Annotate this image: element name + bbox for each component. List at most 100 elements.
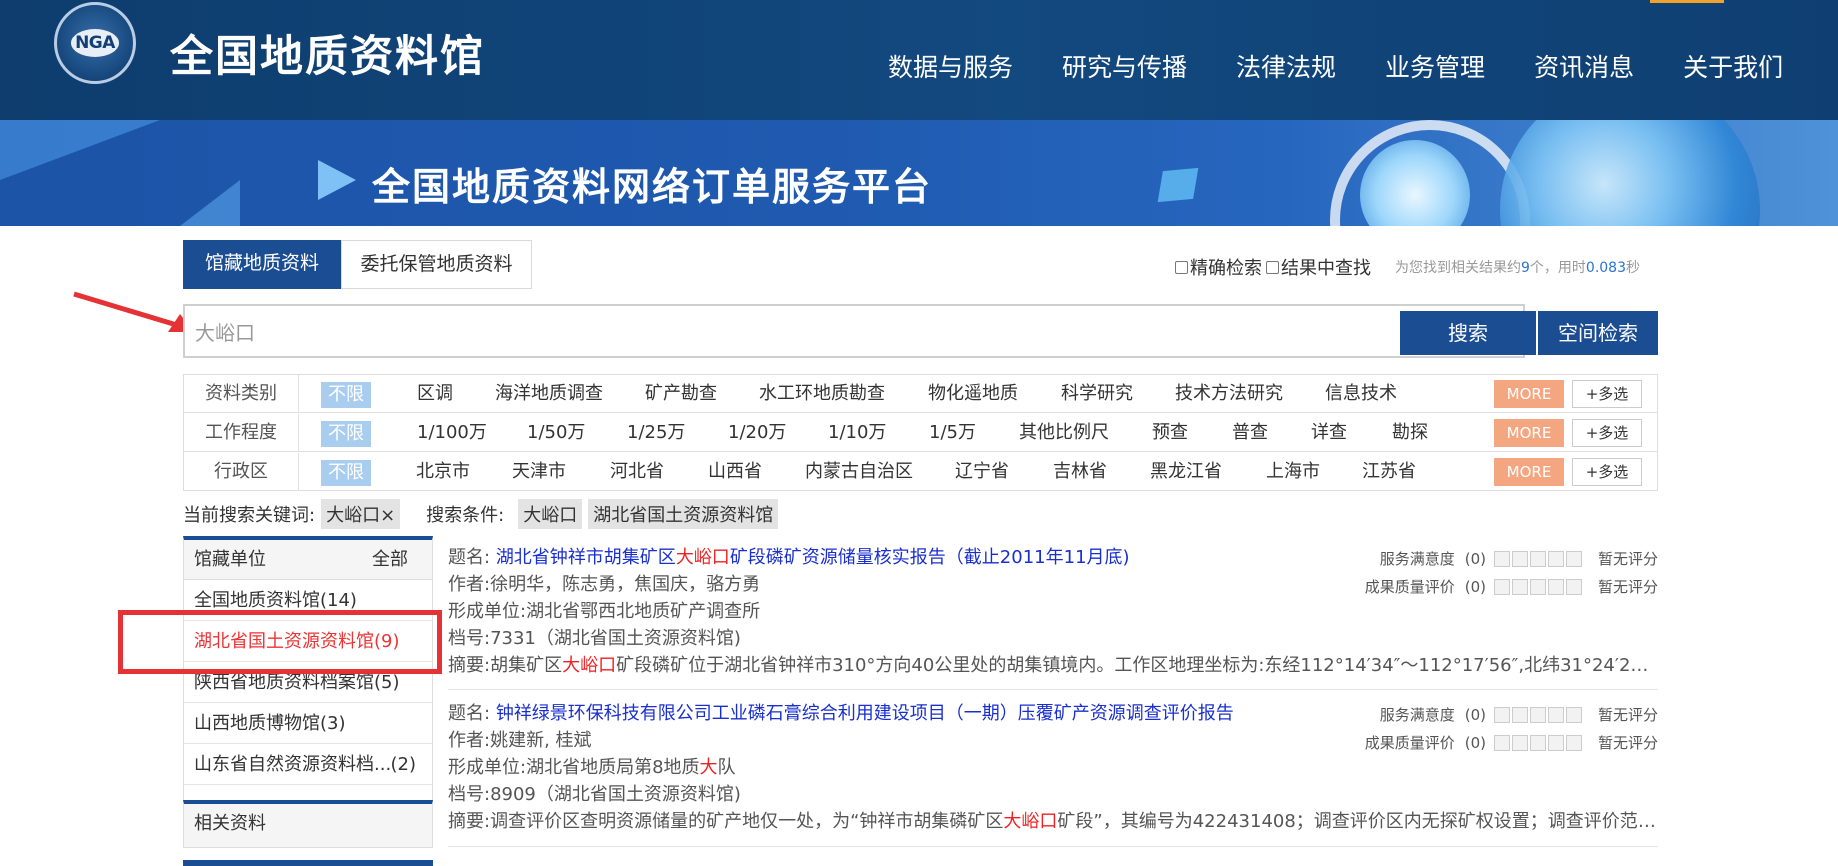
filter-option[interactable]: 1/5万 (929, 414, 976, 452)
exact-search-option[interactable]: 精确检索 (1175, 254, 1262, 280)
nav-business[interactable]: 业务管理 (1385, 48, 1485, 84)
filter-option[interactable]: 区调 (417, 375, 453, 413)
search-within-checkbox[interactable] (1266, 260, 1279, 274)
filter-option[interactable]: 其他比例尺 (1019, 414, 1109, 452)
result-title-link[interactable]: 湖北省钟祥市胡集矿区大峪口矿段磷矿资源储量核实报告（截止2011年11月底) (496, 547, 1130, 568)
filter-more-button[interactable]: MORE (1494, 458, 1564, 486)
result-title-link[interactable]: 钟祥绿景环保科技有限公司工业磷石膏综合利用建设项目（一期）压覆矿产资源调查评价报… (496, 703, 1234, 724)
star-icon[interactable] (1529, 706, 1546, 723)
star-icon[interactable] (1565, 734, 1582, 751)
filter-multi-select-button[interactable]: +多选 (1572, 458, 1642, 486)
star-icon[interactable] (1511, 706, 1528, 723)
star-icon[interactable] (1493, 734, 1510, 751)
star-icon[interactable] (1511, 734, 1528, 751)
related-materials-title[interactable]: 相关资料 (184, 804, 432, 844)
filter-option[interactable]: 水工环地质勘查 (759, 375, 885, 413)
filter-option[interactable]: 1/20万 (728, 414, 786, 452)
nav-laws[interactable]: 法律法规 (1236, 48, 1336, 84)
filter-option[interactable]: 1/25万 (627, 414, 685, 452)
filter-panel: 资料类别 不限 区调 海洋地质调查 矿产勘查 水工环地质勘查 物化遥地质 科学研… (183, 374, 1658, 491)
sidebar-all-link[interactable]: 全部 (372, 540, 408, 580)
filter-option[interactable]: 吉林省 (1053, 453, 1107, 491)
filter-all-option[interactable]: 不限 (321, 382, 371, 408)
nav-news[interactable]: 资讯消息 (1534, 48, 1634, 84)
filter-option[interactable]: 天津市 (512, 453, 566, 491)
filter-label: 行政区 (184, 453, 299, 491)
author-label: 作者: (448, 574, 491, 595)
search-condition-tag[interactable]: 湖北省国土资源资料馆 (588, 499, 779, 529)
nav-data-services[interactable]: 数据与服务 (888, 48, 1013, 84)
abstract-text: 矿段”，其编号为422431408；调查评价区内无探矿权设置；调查评价范围... (1057, 811, 1658, 832)
filter-multi-select-button[interactable]: +多选 (1572, 380, 1642, 408)
star-icon[interactable] (1493, 550, 1510, 567)
star-icon[interactable] (1547, 578, 1564, 595)
filter-option[interactable]: 物化遥地质 (928, 375, 1018, 413)
filter-option[interactable]: 山西省 (708, 453, 762, 491)
sidebar-item-shanxi[interactable]: 山西地质博物馆(3) (184, 703, 432, 744)
spatial-search-button[interactable]: 空间检索 (1538, 311, 1658, 355)
filter-multi-select-button[interactable]: +多选 (1572, 419, 1642, 447)
star-icon[interactable] (1529, 734, 1546, 751)
star-rating[interactable] (1493, 550, 1584, 567)
star-rating[interactable] (1493, 578, 1584, 595)
exact-search-checkbox[interactable] (1175, 260, 1188, 274)
filter-option[interactable]: 辽宁省 (955, 453, 1009, 491)
result-divider (448, 846, 1658, 847)
star-icon[interactable] (1529, 578, 1546, 595)
filter-more-button[interactable]: MORE (1494, 419, 1564, 447)
star-icon[interactable] (1565, 578, 1582, 595)
filter-option[interactable]: 科学研究 (1061, 375, 1133, 413)
nga-logo[interactable]: NGA (54, 2, 136, 84)
filter-option[interactable]: 预查 (1152, 414, 1188, 452)
tab-entrusted-materials[interactable]: 委托保管地质资料 (341, 240, 532, 289)
star-rating[interactable] (1493, 706, 1584, 723)
filter-option[interactable]: 矿产勘查 (645, 375, 717, 413)
star-icon[interactable] (1547, 550, 1564, 567)
tab-collection-materials[interactable]: 馆藏地质资料 (183, 240, 341, 289)
filter-row-category: 资料类别 不限 区调 海洋地质调查 矿产勘查 水工环地质勘查 物化遥地质 科学研… (184, 375, 1657, 413)
filter-option[interactable]: 信息技术 (1325, 375, 1397, 413)
filter-option[interactable]: 内蒙古自治区 (805, 453, 913, 491)
filter-option[interactable]: 河北省 (610, 453, 664, 491)
filter-option[interactable]: 黑龙江省 (1150, 453, 1222, 491)
star-rating[interactable] (1493, 734, 1584, 751)
current-keyword-tag[interactable]: 大峪口× (321, 499, 401, 529)
filter-option[interactable]: 1/10万 (828, 414, 886, 452)
filter-more-button[interactable]: MORE (1494, 380, 1564, 408)
nav-research[interactable]: 研究与传播 (1062, 48, 1187, 84)
filter-option[interactable]: 详查 (1311, 414, 1347, 452)
filter-option[interactable]: 1/50万 (527, 414, 585, 452)
site-title[interactable]: 全国地质资料馆 (170, 22, 485, 84)
search-input[interactable] (195, 316, 1345, 346)
star-icon[interactable] (1493, 706, 1510, 723)
result-archive-row: 档号:7331（湖北省国土资源资料馆) (448, 625, 1658, 652)
exact-search-label: 精确检索 (1190, 258, 1262, 279)
filter-all-option[interactable]: 不限 (321, 460, 371, 486)
search-condition-tag[interactable]: 大峪口 (518, 499, 583, 529)
filter-option[interactable]: 上海市 (1266, 453, 1320, 491)
nav-about[interactable]: 关于我们 (1683, 48, 1783, 84)
star-icon[interactable] (1493, 578, 1510, 595)
title-label: 题名: (448, 547, 491, 568)
rating-label: 服务满意度 (1379, 706, 1455, 724)
filter-option[interactable]: 普查 (1232, 414, 1268, 452)
sidebar-item-shandong[interactable]: 山东省自然资源资料档... (2) (184, 744, 432, 785)
top-accent-tab[interactable] (1650, 0, 1724, 3)
star-icon[interactable] (1565, 706, 1582, 723)
filter-option[interactable]: 技术方法研究 (1175, 375, 1283, 413)
star-icon[interactable] (1511, 550, 1528, 567)
star-icon[interactable] (1529, 550, 1546, 567)
search-button[interactable]: 搜索 (1400, 311, 1536, 355)
filter-all-option[interactable]: 不限 (321, 421, 371, 447)
filter-option[interactable]: 北京市 (416, 453, 470, 491)
star-icon[interactable] (1511, 578, 1528, 595)
star-icon[interactable] (1565, 550, 1582, 567)
filter-option[interactable]: 江苏省 (1362, 453, 1416, 491)
filter-option[interactable]: 海洋地质调查 (495, 375, 603, 413)
filter-option[interactable]: 1/100万 (417, 414, 487, 452)
star-icon[interactable] (1547, 734, 1564, 751)
filter-option[interactable]: 勘探 (1392, 414, 1428, 452)
star-icon[interactable] (1547, 706, 1564, 723)
title-text: 钟祥绿景环保科技有限公司工业磷石膏综合利用建设项目（一期）压覆矿产资源调查评价报… (495, 703, 1234, 724)
search-within-option[interactable]: 结果中查找 (1266, 254, 1371, 280)
